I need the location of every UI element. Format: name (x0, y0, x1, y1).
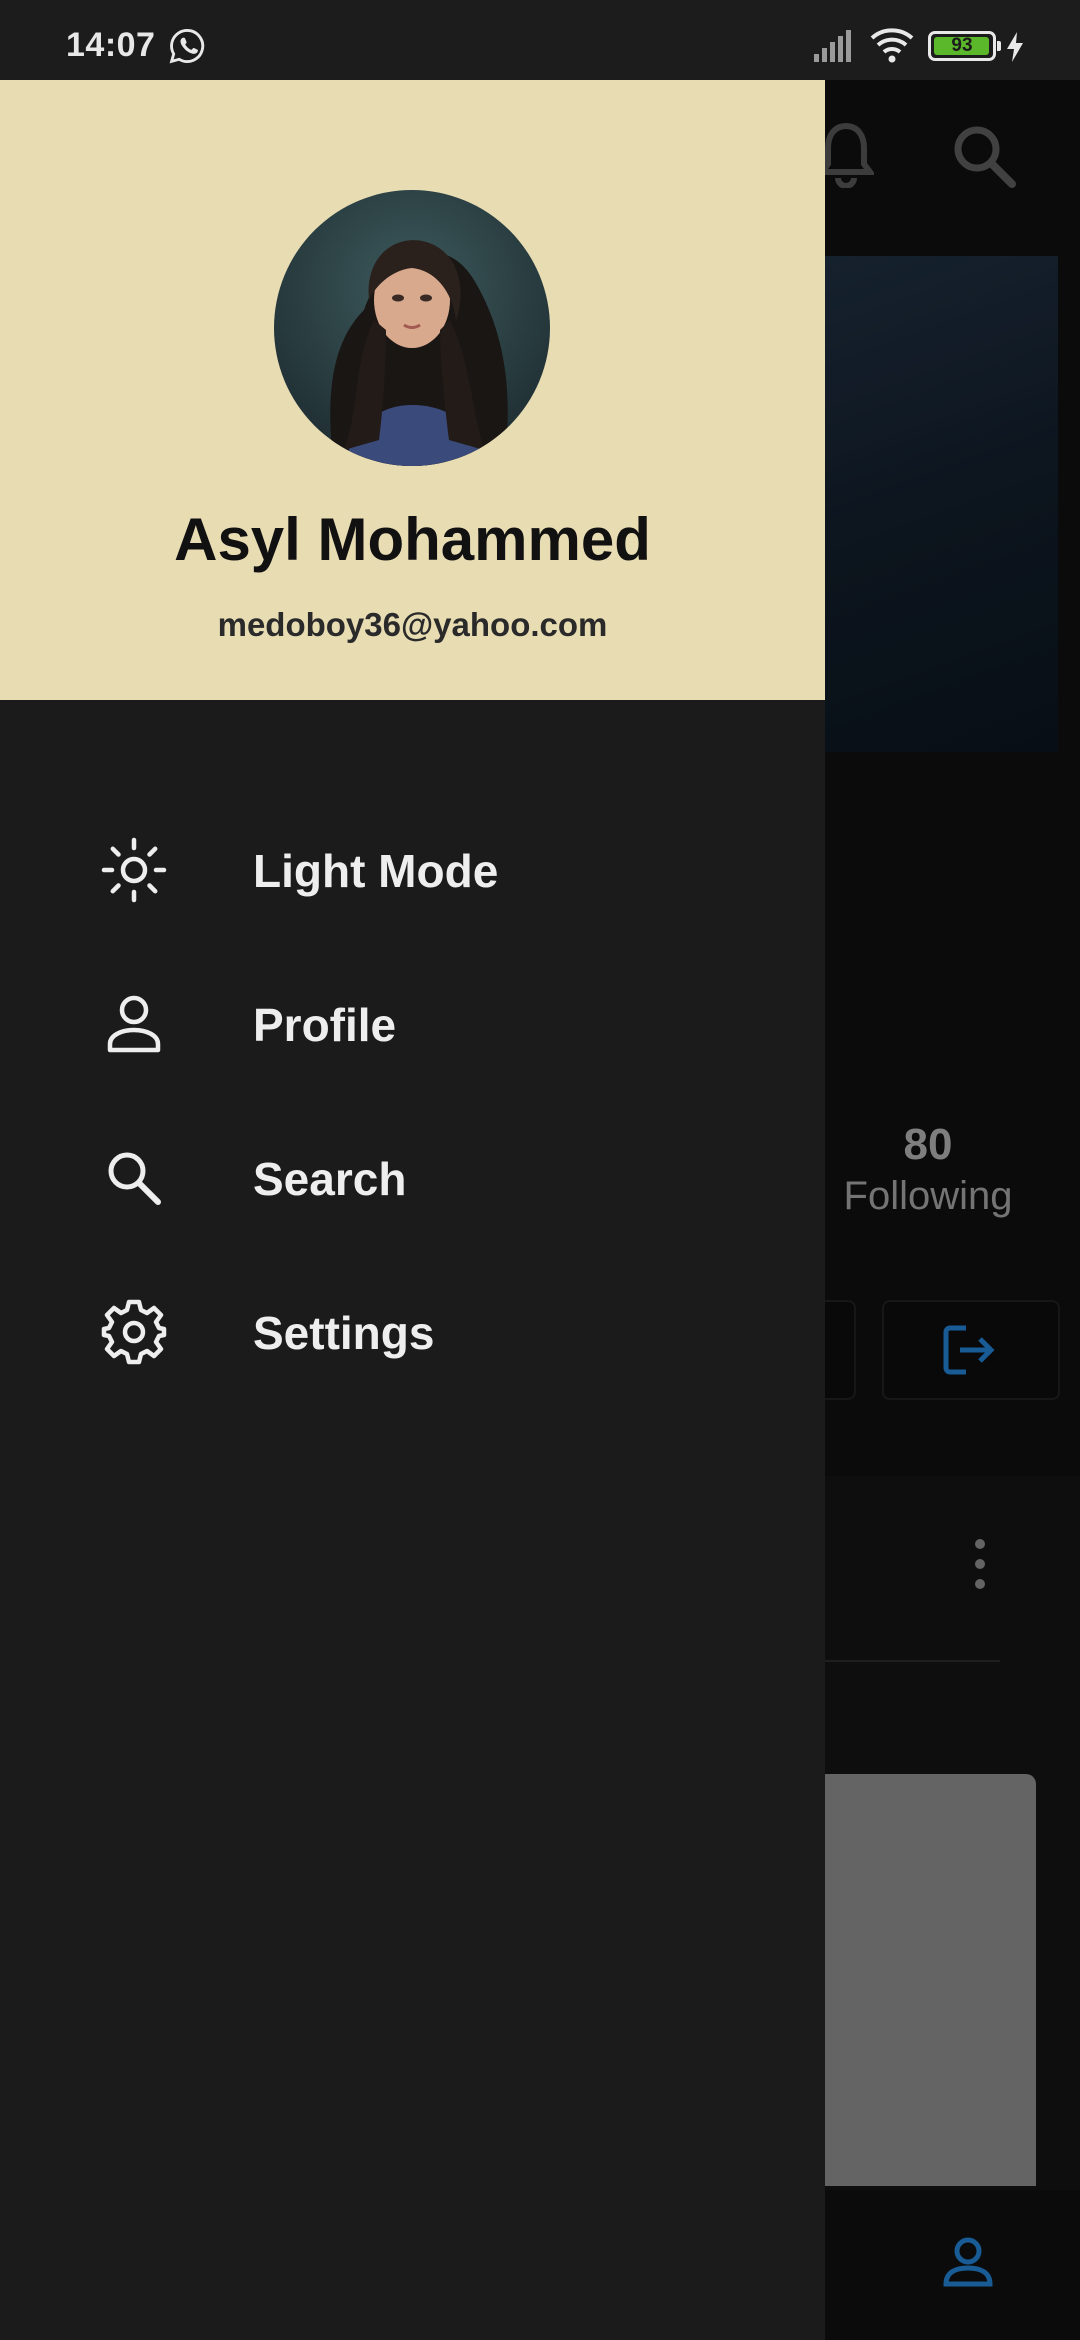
menu-item-search[interactable]: Search (0, 1098, 825, 1252)
menu-label-search: Search (253, 1153, 407, 1205)
menu-item-profile[interactable]: Profile (0, 944, 825, 1098)
wifi-icon (870, 28, 914, 63)
navigation-drawer: Asyl Mohammed medoboy36@yahoo.com Light … (0, 80, 825, 2340)
user-name: Asyl Mohammed (174, 506, 651, 573)
drawer-menu: Light Mode Profile Search Settings (0, 790, 825, 1406)
gear-icon (101, 1299, 167, 1365)
menu-item-light-mode[interactable]: Light Mode (0, 790, 825, 944)
status-time: 14:07 (66, 26, 156, 64)
menu-label-settings: Settings (253, 1307, 435, 1359)
avatar-image (274, 190, 550, 466)
whatsapp-icon (169, 29, 205, 64)
user-email: medoboy36@yahoo.com (217, 606, 608, 643)
menu-item-settings[interactable]: Settings (0, 1252, 825, 1406)
menu-label-light-mode: Light Mode (253, 845, 499, 897)
status-bar: 14:07 93 (0, 0, 1080, 80)
app-screen: 14:07 93 80 Following Asyl Mohammed medo… (0, 0, 1080, 2340)
signal-icon (814, 30, 851, 62)
menu-label-profile: Profile (253, 999, 397, 1051)
charging-icon (1007, 32, 1023, 62)
search-icon (108, 1152, 161, 1205)
drawer-header: Asyl Mohammed medoboy36@yahoo.com (0, 80, 825, 700)
person-icon (107, 995, 161, 1053)
sun-icon (101, 837, 167, 903)
battery-level: 93 (951, 35, 973, 56)
avatar[interactable] (274, 190, 550, 466)
battery-icon: 93 (928, 31, 1001, 61)
